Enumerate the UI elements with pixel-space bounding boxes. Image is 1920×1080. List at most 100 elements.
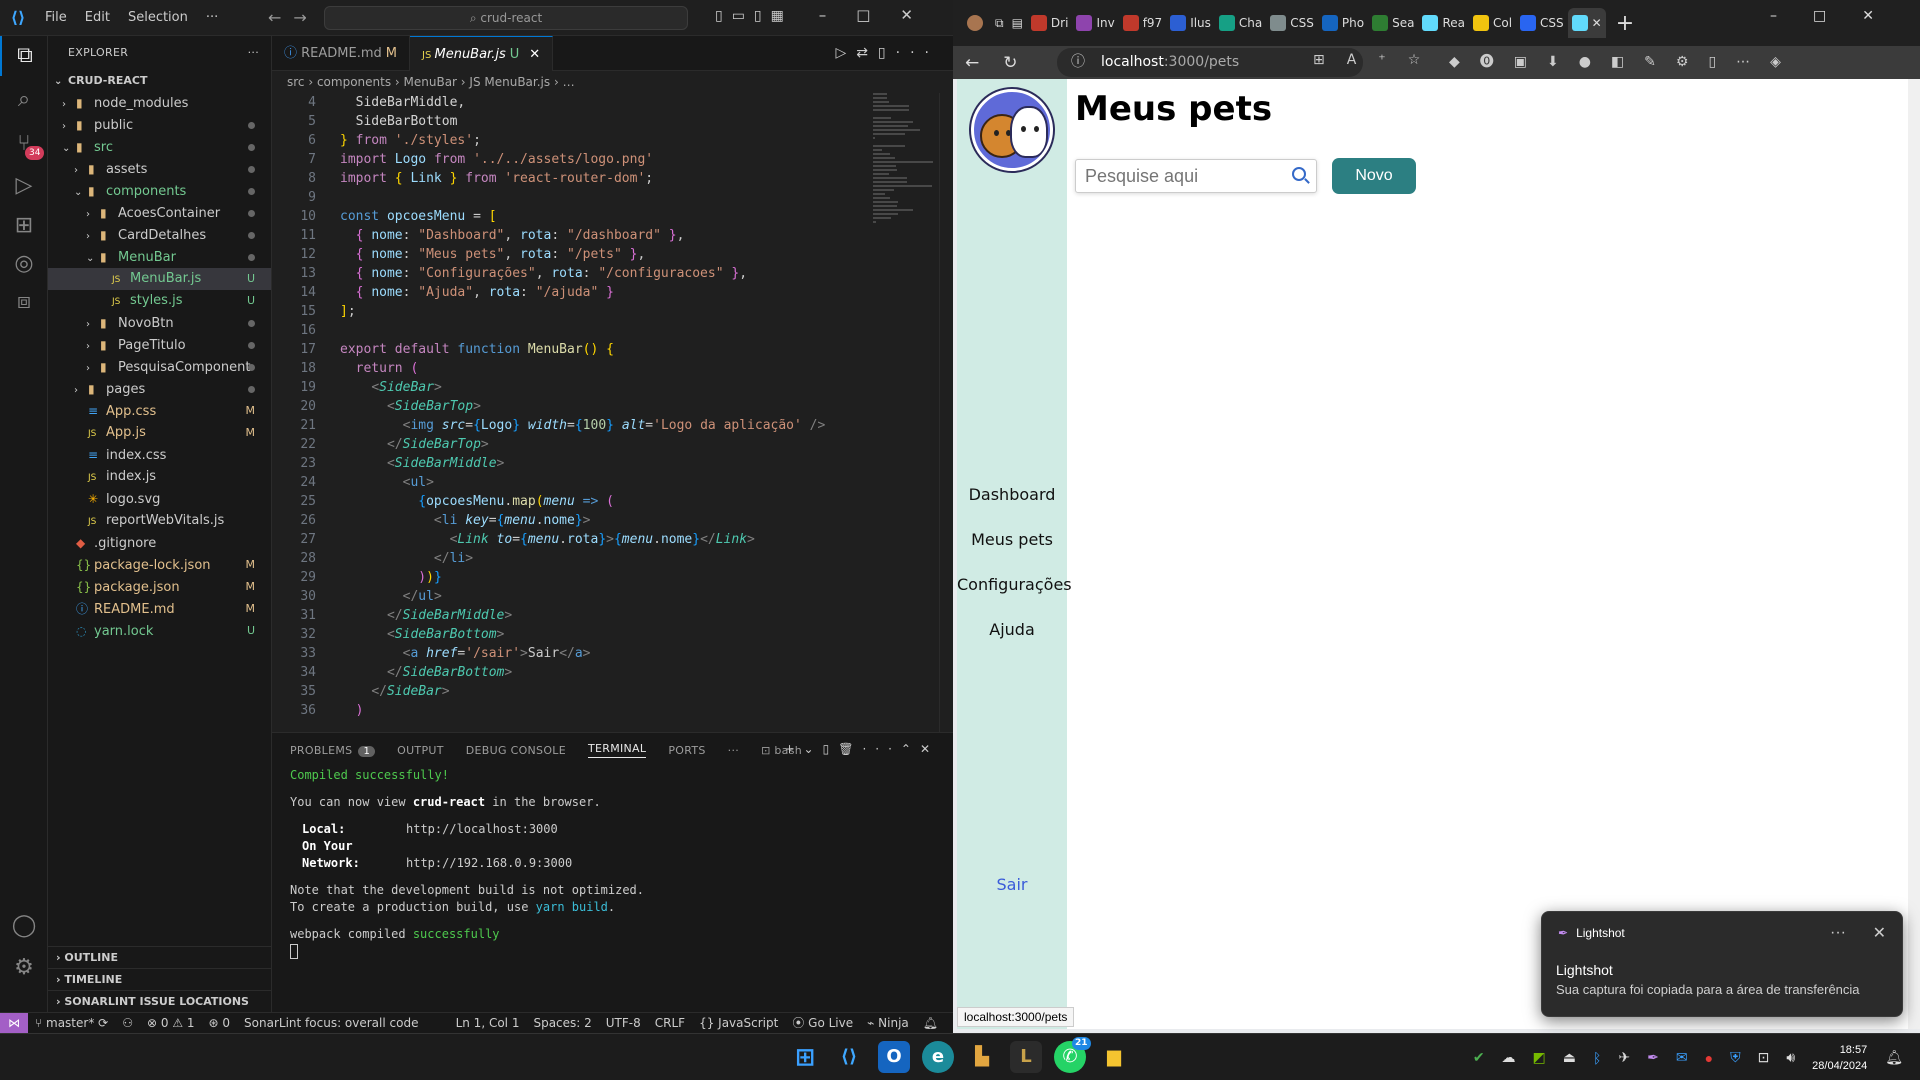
git-branch[interactable]: ⑂ master* ⟳ — [28, 1016, 115, 1030]
code-line[interactable]: 24 <ul> — [272, 473, 872, 492]
code-line[interactable]: 4 SideBarMiddle, — [272, 93, 872, 112]
site-info-icon[interactable]: ⓘ — [1071, 48, 1085, 77]
tab-debug-console[interactable]: DEBUG CONSOLE — [466, 744, 566, 757]
code-line[interactable]: 35 </SideBar> — [272, 682, 872, 701]
code-line[interactable]: 26 <li key={menu.nome}> — [272, 511, 872, 530]
tray-usb-icon[interactable]: ⏏ — [1563, 1049, 1576, 1066]
menu-item-dashboard[interactable]: Dashboard — [957, 472, 1067, 517]
menu-item-ajuda[interactable]: Ajuda — [957, 607, 1067, 652]
tree-item[interactable]: › ▮ assets — [48, 158, 271, 180]
editor-actions-icons[interactable]: ▷⇄▯··· — [835, 36, 939, 71]
volume-icon[interactable]: 🔊︎ — [1786, 1049, 1795, 1066]
code-line[interactable]: 13 { nome: "Configurações", rota: "/conf… — [272, 264, 872, 283]
profile-avatar[interactable] — [963, 8, 991, 38]
source-control-icon[interactable]: ⑂ 34 — [0, 124, 48, 164]
nav-back-forward-icon[interactable]: ←→ — [268, 8, 319, 27]
tree-item[interactable]: ✳ logo.svg — [48, 488, 271, 510]
explorer-icon[interactable]: ⧉ — [0, 36, 48, 76]
search-icon[interactable]: ⌕ — [0, 80, 48, 120]
tree-item[interactable]: {} package-lock.json M — [48, 554, 271, 576]
tree-item[interactable]: ⌄ ▮ components — [48, 180, 271, 202]
close-tab-icon[interactable]: ✕ — [529, 47, 540, 62]
close-tab-icon[interactable]: ✕ — [1592, 8, 1602, 38]
logout-link[interactable]: Sair — [957, 875, 1067, 894]
tab-output[interactable]: OUTPUT — [397, 744, 444, 757]
tray-record-icon[interactable]: ● — [1705, 1050, 1713, 1066]
code-line[interactable]: 15]; — [272, 302, 872, 321]
editor-scrollbar[interactable] — [939, 93, 953, 732]
menu-selection[interactable]: Selection — [119, 10, 197, 25]
code-line[interactable]: 22 </SideBarTop> — [272, 435, 872, 454]
code-line[interactable]: 14 { nome: "Ajuda", rota: "/ajuda" } — [272, 283, 872, 302]
window-controls[interactable]: –□✕ — [1770, 8, 1910, 24]
tree-item[interactable]: JS MenuBar.js U — [48, 268, 271, 290]
browser-tab[interactable]: Rea — [1418, 8, 1469, 38]
code-line[interactable]: 32 <SideBarBottom> — [272, 625, 872, 644]
terminal-link[interactable]: http://192.168.0.9:3000 — [406, 856, 572, 870]
tab-ports[interactable]: PORTS — [668, 744, 705, 757]
code-editor[interactable]: 4 SideBarMiddle, 5 SideBarBottom 6} from '… — [272, 93, 872, 732]
browser-tab[interactable]: Dri — [1027, 8, 1073, 38]
code-line[interactable]: 28 </li> — [272, 549, 872, 568]
extension-icons[interactable]: ◆⓿▣⬇●◧✎⚙▯⋯◈ — [1449, 51, 1801, 71]
tab-terminal[interactable]: TERMINAL — [587, 742, 647, 758]
line-ending[interactable]: CRLF — [648, 1013, 692, 1034]
code-line[interactable]: 11 { nome: "Dashboard", rota: "/dashboar… — [272, 226, 872, 245]
tray-check-icon[interactable]: ✔ — [1473, 1049, 1485, 1066]
browser-tab[interactable]: Sea — [1368, 8, 1418, 38]
tree-item[interactable]: JS App.js M — [48, 422, 271, 444]
code-line[interactable]: 6} from './styles'; — [272, 131, 872, 150]
tree-item[interactable]: ◆ .gitignore — [48, 532, 271, 554]
outlook-icon[interactable]: O — [878, 1041, 910, 1073]
code-line[interactable]: 7 import Logo from '../../assets/logo.png… — [272, 150, 872, 169]
code-line[interactable]: 31 </SideBarMiddle> — [272, 606, 872, 625]
tree-item[interactable]: ◌ yarn.lock U — [48, 620, 271, 642]
code-line[interactable]: 16 — [272, 321, 872, 340]
notification-toast[interactable]: ✒ Lightshot ··· ✕ Lightshot Sua captura f… — [1541, 911, 1903, 1017]
browser-tab[interactable]: Cha — [1215, 8, 1266, 38]
tree-item[interactable]: › ▮ PageTitulo — [48, 334, 271, 356]
search-box[interactable] — [1075, 159, 1317, 193]
bell-icon[interactable]: 🔔︎ — [916, 1013, 945, 1034]
code-line[interactable]: 5 SideBarBottom — [272, 112, 872, 131]
terminal-output[interactable]: Compiled successfully! You can now view … — [272, 767, 953, 960]
ninja[interactable]: ⌁ Ninja — [860, 1013, 916, 1034]
code-line[interactable]: 10 const opcoesMenu = [ — [272, 207, 872, 226]
panel-more-icon[interactable]: ··· — [728, 744, 739, 757]
search-input[interactable] — [1076, 160, 1266, 192]
browser-tab[interactable]: f97 — [1119, 8, 1167, 38]
url-action-icons[interactable]: ⊞A⁺☆ — [1313, 52, 1442, 68]
code-line[interactable]: 29 ))} — [272, 568, 872, 587]
run-debug-icon[interactable]: ▷ — [0, 166, 48, 206]
network-icon[interactable]: ⊡ — [1758, 1049, 1770, 1066]
browser-tab[interactable]: ✕ — [1567, 8, 1606, 38]
code-line[interactable]: 23 <SideBarMiddle> — [272, 454, 872, 473]
account-icon[interactable]: ◯ — [0, 906, 48, 946]
code-line[interactable]: 25 {opcoesMenu.map(menu => ( — [272, 492, 872, 511]
panel-action-icons[interactable]: +⌄▯🗑···⌃✕ — [785, 742, 940, 756]
encoding[interactable]: UTF-8 — [599, 1013, 648, 1034]
bluetooth-icon[interactable]: ᛒ — [1593, 1050, 1601, 1066]
browser-tab[interactable]: Ilus — [1166, 8, 1215, 38]
toast-close-icon[interactable]: ✕ — [1873, 923, 1886, 943]
code-line[interactable]: 18 return ( — [272, 359, 872, 378]
tree-item[interactable]: › ▮ node_modules — [48, 92, 271, 114]
menu-edit[interactable]: Edit — [76, 10, 119, 25]
tab-problems[interactable]: PROBLEMS 1 — [290, 744, 376, 757]
terminal-link[interactable]: http://localhost:3000 — [406, 822, 558, 836]
code-line[interactable]: 27 <Link to={menu.rota}>{menu.nome}</Lin… — [272, 530, 872, 549]
menu-file[interactable]: File — [36, 10, 76, 25]
tab-menubar[interactable]: JS MenuBar.js U ✕ — [410, 36, 554, 71]
new-button[interactable]: Novo — [1332, 158, 1416, 194]
workspaces-icon[interactable]: ⧉ — [991, 8, 1008, 38]
section-timeline[interactable]: › TIMELINE — [48, 968, 272, 990]
section-outline[interactable]: › OUTLINE — [48, 946, 272, 968]
code-line[interactable]: 9 — [272, 188, 872, 207]
tree-item[interactable]: ⓘ README.md M — [48, 598, 271, 620]
new-tab-icon[interactable]: + — [1606, 11, 1644, 36]
menu-link[interactable]: Configurações — [957, 575, 1072, 594]
code-line[interactable]: 19 <SideBar> — [272, 378, 872, 397]
code-line[interactable]: 36 ) — [272, 701, 872, 720]
code-line[interactable]: 8 import { Link } from 'react-router-dom'… — [272, 169, 872, 188]
tree-item[interactable]: ⌄ ▮ src — [48, 136, 271, 158]
